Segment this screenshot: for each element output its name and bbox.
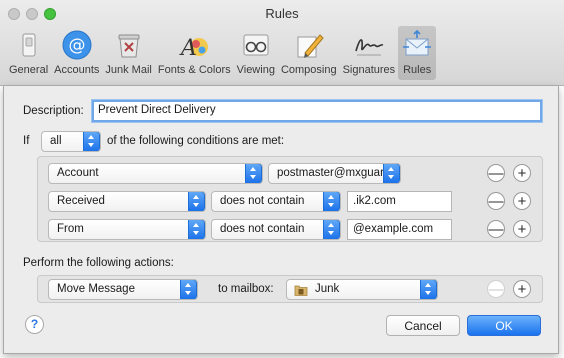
condition-operator-value: does not contain (220, 195, 305, 207)
remove-condition-button[interactable]: — (487, 220, 505, 238)
add-condition-button[interactable]: + (513, 192, 531, 210)
tab-label: General (9, 64, 49, 76)
minus-icon: — (488, 164, 504, 182)
tab-label: Accounts (54, 64, 100, 76)
tab-general[interactable]: General (6, 26, 51, 80)
tab-label: Fonts & Colors (157, 64, 231, 76)
popup-arrows-icon (83, 132, 100, 151)
remove-condition-button[interactable]: — (487, 164, 505, 182)
add-condition-button[interactable]: + (513, 220, 531, 238)
mailbox-popup[interactable]: Junk (286, 279, 438, 300)
match-type-value: all (50, 135, 62, 147)
tab-viewing[interactable]: Viewing (234, 26, 278, 80)
actions-box: Move Message to mailbox: Junk — + (37, 275, 543, 303)
minus-icon: — (488, 220, 504, 238)
at-sign-icon: @ (62, 30, 92, 60)
tab-label: Junk Mail (105, 64, 152, 76)
condition-operator-value: does not contain (220, 223, 305, 235)
condition-field-value: From (57, 223, 84, 235)
signature-icon (355, 39, 384, 56)
conditions-box: Account postmaster@mxguar — + Received d… (37, 156, 543, 242)
actions-heading: Perform the following actions: (23, 257, 174, 269)
popup-arrows-icon (180, 280, 197, 299)
minus-icon: — (488, 280, 504, 298)
condition-value-field[interactable]: @example.com (347, 219, 452, 240)
pencil-paper-icon (297, 34, 324, 58)
tab-label: Rules (403, 64, 432, 76)
tab-label: Signatures (342, 64, 396, 76)
plus-icon: + (517, 192, 527, 210)
condition-operator-popup[interactable]: does not contain (211, 191, 341, 212)
account-value: postmaster@mxguar (277, 167, 384, 179)
mailbox-value: Junk (315, 283, 340, 295)
minus-icon: — (488, 192, 504, 210)
description-field[interactable]: Prevent Direct Delivery (92, 100, 542, 122)
conditions-heading: of the following conditions are met: (107, 135, 285, 147)
window-title: Rules (265, 6, 299, 21)
help-button[interactable]: ? (25, 315, 44, 334)
tab-label: Composing (280, 64, 337, 76)
plus-icon: + (517, 164, 527, 182)
remove-action-button[interactable]: — (487, 280, 505, 298)
tab-composing[interactable]: Composing (278, 26, 340, 80)
add-action-button[interactable]: + (513, 280, 531, 298)
action-type-popup[interactable]: Move Message (48, 279, 198, 300)
plus-icon: + (517, 220, 527, 238)
svg-text:@: @ (68, 36, 85, 56)
svg-text:A: A (179, 36, 197, 61)
description-label: Description: (23, 105, 84, 117)
tab-label: Viewing (236, 64, 275, 76)
tab-rules[interactable]: Rules (398, 26, 437, 80)
ok-button[interactable]: OK (467, 315, 541, 336)
popup-arrows-icon (188, 220, 205, 239)
condition-operator-popup[interactable]: does not contain (211, 219, 341, 240)
junk-folder-icon (294, 285, 308, 296)
condition-field-value: Account (57, 167, 99, 179)
tab-fonts-colors[interactable]: A Fonts & Colors (155, 26, 234, 80)
condition-field-popup[interactable]: Account (48, 163, 263, 184)
popup-arrows-icon (188, 192, 205, 211)
match-type-popup[interactable]: all (41, 131, 101, 152)
plus-icon: + (517, 280, 527, 298)
preference-tabs: General @ Accounts Junk Mail A Fonts & C… (6, 26, 437, 82)
condition-field-value: Received (57, 195, 105, 207)
tab-junk-mail[interactable]: Junk Mail (102, 26, 154, 80)
popup-arrows-icon (245, 164, 262, 183)
condition-field-popup[interactable]: From (48, 219, 206, 240)
rule-editor-sheet: Description: Prevent Direct Delivery If … (3, 86, 559, 354)
popup-arrows-icon (383, 164, 400, 183)
glasses-icon (243, 34, 269, 56)
popup-arrows-icon (323, 220, 340, 239)
font-palette-icon: A (179, 36, 209, 61)
trash-icon (118, 34, 140, 58)
action-type-value: Move Message (57, 283, 135, 295)
preferences-toolbar: Rules General @ Accounts Junk Mail A Fon… (0, 0, 564, 86)
condition-value-field[interactable]: .ik2.com (347, 191, 452, 212)
account-value-popup[interactable]: postmaster@mxguar (268, 163, 401, 184)
switch-icon (22, 33, 36, 57)
tab-accounts[interactable]: @ Accounts (51, 26, 102, 80)
condition-field-popup[interactable]: Received (48, 191, 206, 212)
if-label: If (23, 135, 30, 147)
envelope-arrows-icon (403, 29, 432, 56)
popup-arrows-icon (420, 280, 437, 299)
tab-signatures[interactable]: Signatures (340, 26, 399, 80)
add-condition-button[interactable]: + (513, 164, 531, 182)
cancel-button[interactable]: Cancel (386, 315, 460, 336)
to-mailbox-label: to mailbox: (218, 283, 274, 295)
remove-condition-button[interactable]: — (487, 192, 505, 210)
popup-arrows-icon (323, 192, 340, 211)
